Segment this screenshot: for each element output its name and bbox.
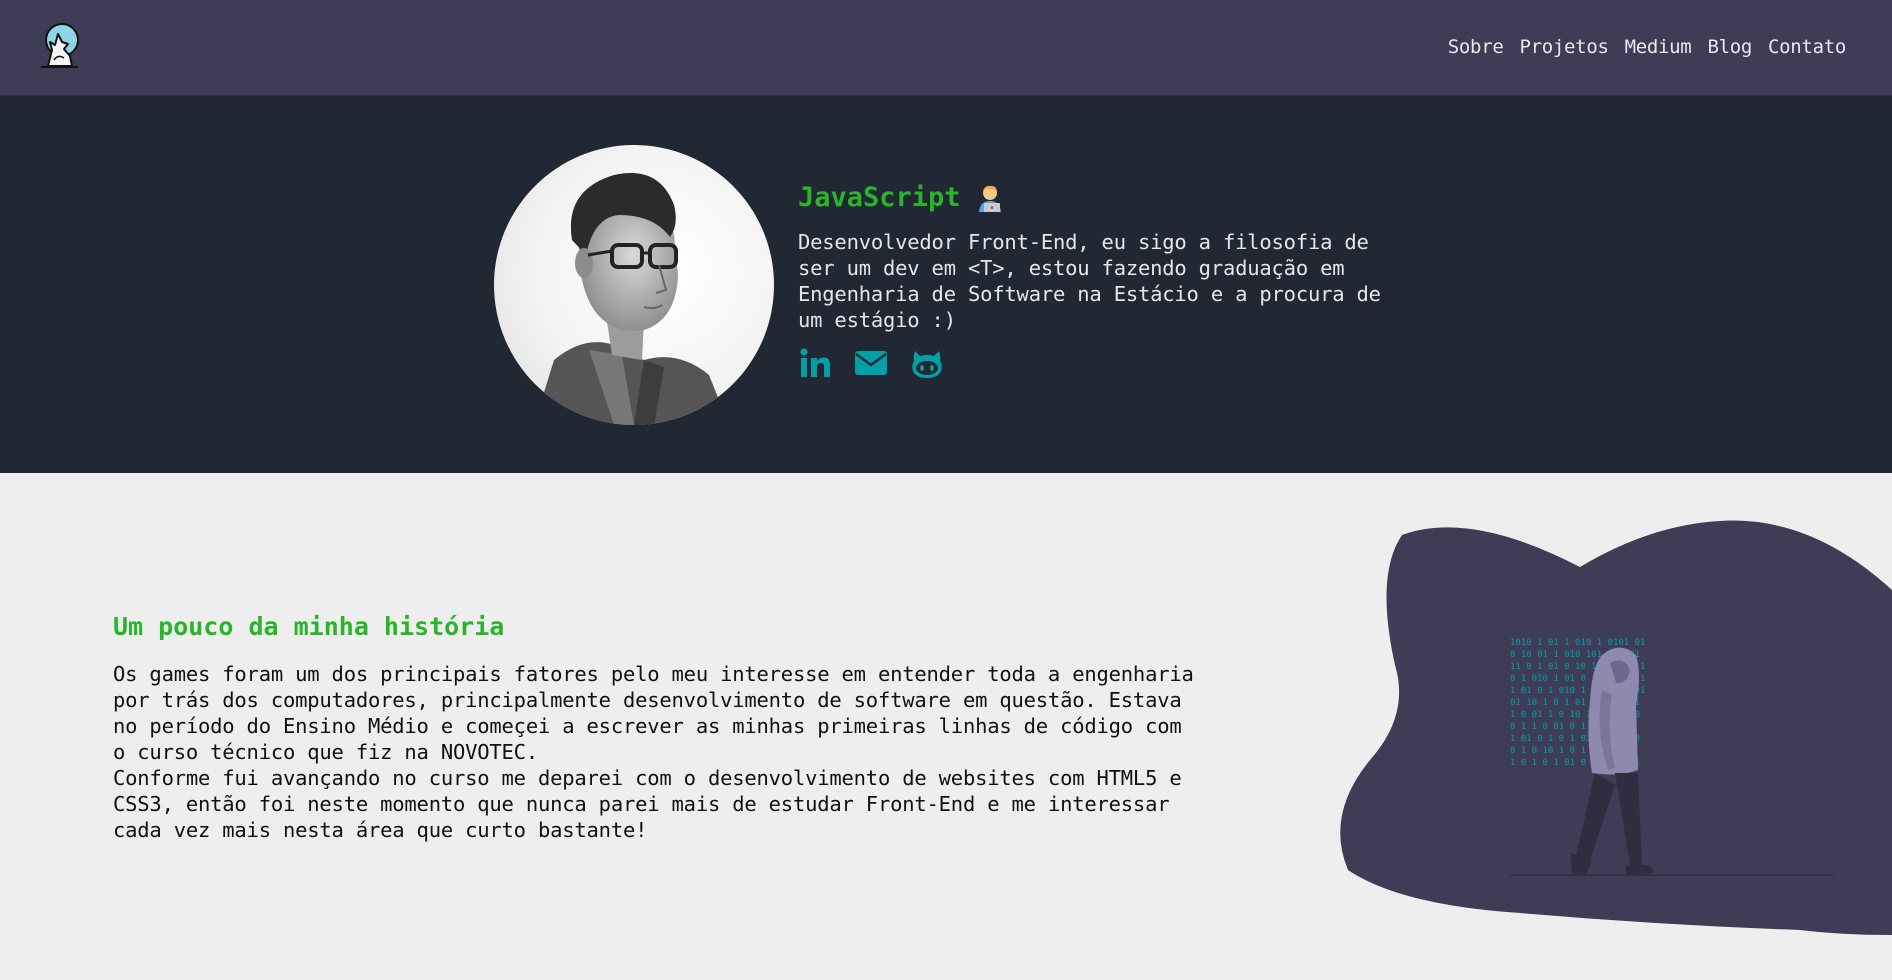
nav-link-contato[interactable]: Contato — [1768, 36, 1846, 58]
hooded-coder-illustration: 1010 1 01 1 010 1 0101 01 0 10 01 1 010 … — [1340, 520, 1892, 935]
hero-title-text: JavaScript — [798, 182, 961, 213]
profile-photo — [494, 145, 774, 425]
technologist-emoji-icon — [978, 185, 1001, 212]
social-links — [798, 347, 1398, 379]
svg-text:1010 1 01 1 010 1 0101 01: 1010 1 01 1 010 1 0101 01 — [1510, 638, 1645, 648]
profile-portrait-illustration — [534, 173, 729, 425]
navbar: Sobre Projetos Medium Blog Contato — [0, 0, 1892, 96]
wolf-howling-logo-icon[interactable] — [38, 22, 82, 68]
hero-section: JavaScript Desenvolvedor Front-End, eu s… — [0, 96, 1892, 473]
hero-description: Desenvolvedor Front-End, eu sigo a filos… — [798, 230, 1381, 332]
hero-content: JavaScript Desenvolvedor Front-End, eu s… — [798, 182, 1398, 379]
nav-link-medium[interactable]: Medium — [1625, 36, 1692, 58]
nav-link-blog[interactable]: Blog — [1707, 36, 1752, 58]
email-icon[interactable] — [854, 347, 888, 379]
linkedin-icon[interactable] — [798, 347, 832, 379]
github-icon[interactable] — [910, 347, 944, 379]
hero-title: JavaScript — [798, 182, 1398, 213]
nav-link-sobre[interactable]: Sobre — [1448, 36, 1504, 58]
nav-link-projetos[interactable]: Projetos — [1519, 36, 1608, 58]
about-paragraph-2: Conforme fui avançando no curso me depar… — [113, 766, 1182, 842]
about-text: Os games foram um dos principais fatores… — [113, 661, 1203, 843]
about-paragraph-1: Os games foram um dos principais fatores… — [113, 662, 1194, 764]
main-nav: Sobre Projetos Medium Blog Contato — [1448, 36, 1847, 58]
about-title: Um pouco da minha história — [113, 612, 505, 641]
